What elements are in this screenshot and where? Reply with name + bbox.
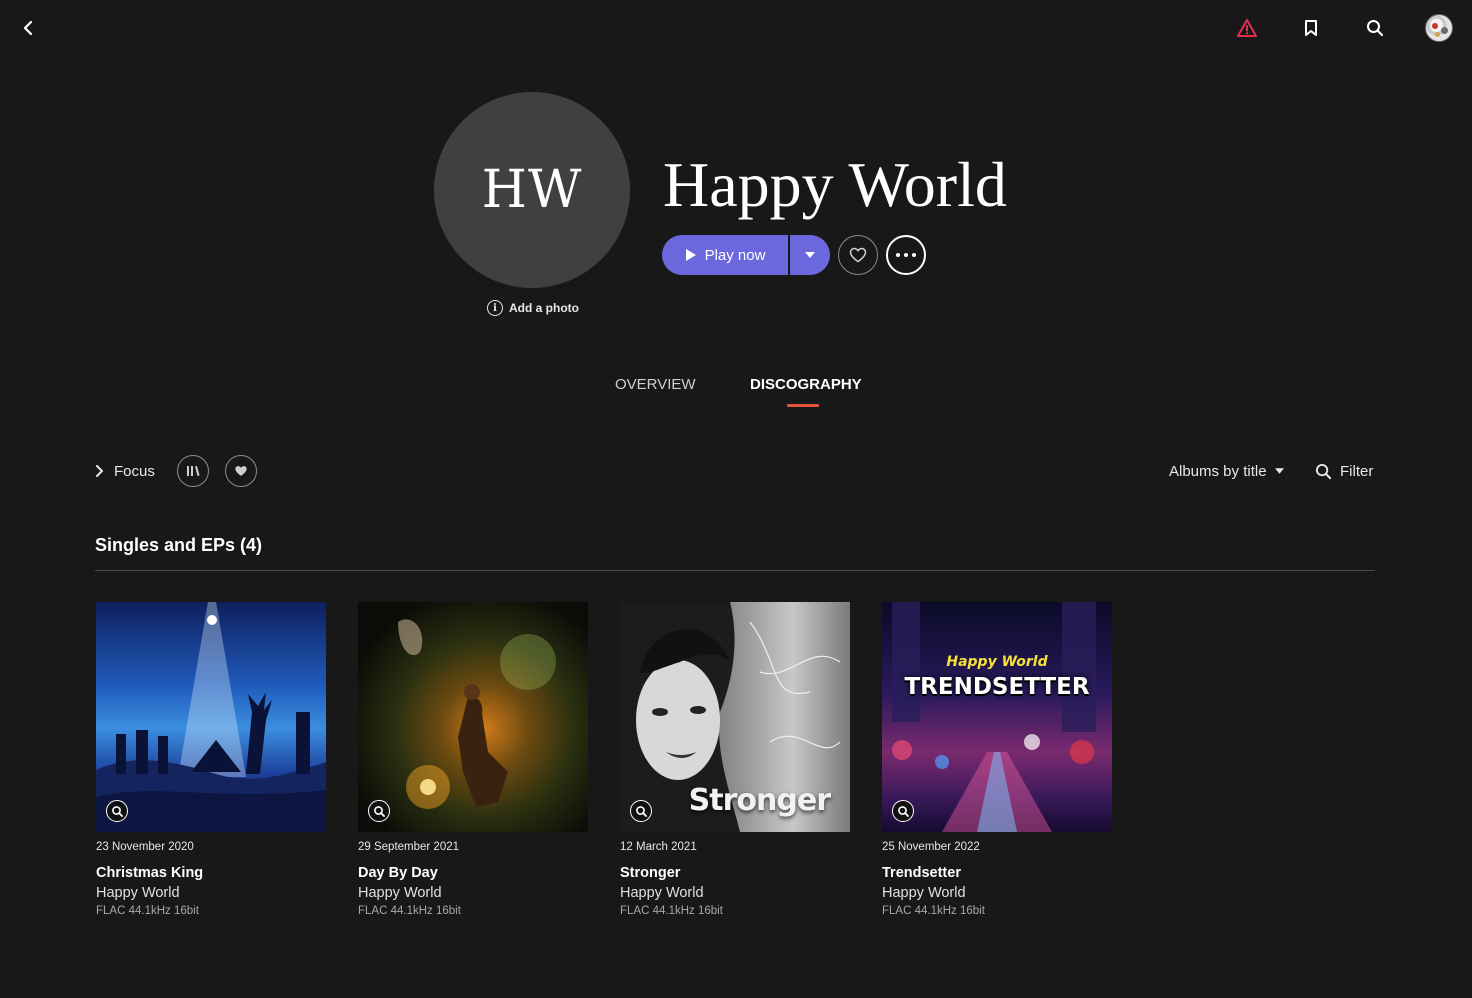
album-card-trendsetter[interactable]: Happy World TRENDSETTER 25 November 2022…: [882, 602, 1112, 921]
hi-res-badge-icon: [630, 800, 652, 822]
album-quality: FLAC 44.1kHz 16bit: [620, 905, 723, 917]
sort-select[interactable]: Albums by title: [1169, 461, 1284, 481]
play-icon: [685, 249, 696, 261]
section-divider: [95, 570, 1375, 571]
album-date: 25 November 2022: [882, 841, 980, 853]
artist-initials: HW: [481, 160, 583, 220]
caret-down-icon: [1274, 468, 1284, 474]
top-bar: [0, 0, 1472, 56]
hi-res-badge-icon: [106, 800, 128, 822]
caret-down-icon: [805, 252, 815, 258]
add-photo-button[interactable]: i Add a photo: [487, 299, 579, 317]
focus-toggle[interactable]: Focus: [95, 461, 155, 481]
tab-discography[interactable]: DISCOGRAPHY: [750, 376, 862, 396]
section-title: Singles and EPs (4): [95, 535, 263, 555]
album-artist[interactable]: Happy World: [96, 885, 326, 903]
album-title[interactable]: Christmas King: [96, 865, 326, 883]
album-quality: FLAC 44.1kHz 16bit: [96, 905, 199, 917]
library-icon: [187, 466, 200, 476]
album-date: 12 March 2021: [620, 841, 697, 853]
alert-triangle-icon[interactable]: [1231, 12, 1263, 44]
back-chevron-icon[interactable]: [12, 12, 44, 44]
album-card-stronger[interactable]: Stronger 12 March 2021 Stronger Happy Wo…: [620, 602, 850, 921]
cover-text: Stronger: [688, 783, 831, 818]
active-tab-indicator: [787, 404, 819, 407]
info-icon: i: [487, 300, 503, 316]
album-card-day-by-day[interactable]: 29 September 2021 Day By Day Happy World…: [358, 602, 588, 921]
album-date: 29 September 2021: [358, 841, 460, 853]
album-quality: FLAC 44.1kHz 16bit: [358, 905, 461, 917]
album-cover[interactable]: Stronger: [620, 602, 850, 832]
album-quality: FLAC 44.1kHz 16bit: [882, 905, 985, 917]
artist-avatar: HW: [434, 92, 630, 288]
album-cover[interactable]: Happy World TRENDSETTER: [882, 602, 1112, 832]
tab-overview[interactable]: OVERVIEW: [615, 376, 696, 396]
album-title[interactable]: Trendsetter: [882, 865, 1112, 883]
play-now-label: Play now: [704, 246, 766, 264]
hi-res-badge-icon: [892, 800, 914, 822]
album-title[interactable]: Stronger: [620, 865, 850, 883]
cover-text-title: TRENDSETTER: [904, 674, 1090, 700]
add-photo-label: Add a photo: [509, 301, 579, 315]
album-card-christmas-king[interactable]: 23 November 2020 Christmas King Happy Wo…: [96, 602, 326, 921]
play-now-button[interactable]: Play now: [662, 235, 788, 275]
chevron-right-icon: [96, 465, 103, 477]
heart-icon: [849, 247, 867, 263]
hi-res-badge-icon: [368, 800, 390, 822]
sort-label: Albums by title: [1169, 462, 1267, 480]
album-artist[interactable]: Happy World: [620, 885, 850, 903]
album-title[interactable]: Day By Day: [358, 865, 588, 883]
search-icon: [1315, 463, 1332, 479]
bookmark-icon[interactable]: [1295, 12, 1327, 44]
favorites-filter-button[interactable]: [225, 455, 257, 487]
artist-name: Happy World: [663, 149, 1007, 220]
more-dots-icon: [896, 253, 916, 257]
album-artist[interactable]: Happy World: [882, 885, 1112, 903]
album-artist[interactable]: Happy World: [358, 885, 588, 903]
library-filter-button[interactable]: [177, 455, 209, 487]
album-date: 23 November 2020: [96, 841, 194, 853]
play-options-dropdown[interactable]: [790, 235, 830, 275]
favorite-button[interactable]: [838, 235, 878, 275]
more-options-button[interactable]: [886, 235, 926, 275]
focus-label: Focus: [114, 462, 155, 480]
album-cover[interactable]: [96, 602, 326, 832]
heart-filled-icon: [235, 466, 247, 476]
search-icon[interactable]: [1359, 12, 1391, 44]
cover-text-artist: Happy World: [946, 654, 1048, 670]
filter-label: Filter: [1340, 462, 1374, 480]
user-avatar[interactable]: [1425, 14, 1453, 42]
filter-button[interactable]: Filter: [1315, 461, 1373, 481]
album-cover[interactable]: [358, 602, 588, 832]
